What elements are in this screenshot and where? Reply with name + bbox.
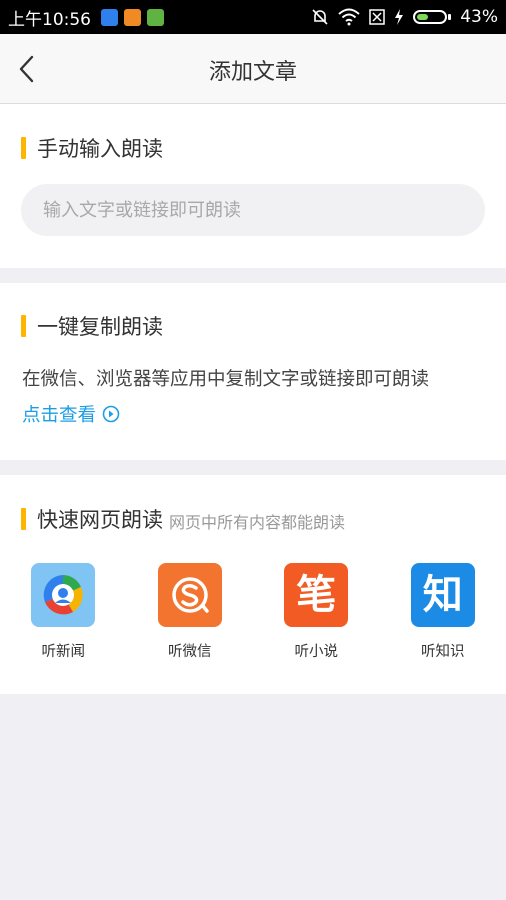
sogou-app-icon bbox=[157, 563, 222, 627]
listen-news-tile[interactable]: 听新闻 bbox=[0, 563, 127, 661]
battery-percent: 43% bbox=[460, 7, 498, 27]
nav-bar: 添加文章 bbox=[0, 34, 506, 104]
wifi-icon bbox=[338, 8, 360, 26]
listen-knowledge-tile[interactable]: 知 听知识 bbox=[380, 563, 506, 661]
quick-section-header: 快速网页朗读 网页中所有内容都能朗读 bbox=[21, 504, 345, 534]
manual-section-header: 手动输入朗读 bbox=[21, 133, 163, 163]
copy-read-card: 一键复制朗读 在微信、浏览器等应用中复制文字或链接即可朗读 点击查看 bbox=[0, 283, 506, 460]
copy-section-title: 一键复制朗读 bbox=[37, 315, 163, 339]
status-bar: 上午10:56 43% bbox=[0, 0, 506, 34]
quick-section-title: 快速网页朗读 bbox=[37, 508, 163, 532]
view-details-label: 点击查看 bbox=[22, 405, 97, 426]
accent-bar bbox=[21, 508, 26, 530]
accent-bar bbox=[21, 137, 26, 159]
listen-novel-label: 听小说 bbox=[294, 644, 339, 660]
view-details-link[interactable]: 点击查看 bbox=[22, 401, 120, 427]
quick-web-card: 快速网页朗读 网页中所有内容都能朗读 听新闻 听微信 笔 听小说 知 听知识 bbox=[0, 475, 506, 694]
arrow-circle-right-icon bbox=[102, 405, 120, 423]
quick-section-subtitle: 网页中所有内容都能朗读 bbox=[169, 512, 346, 532]
listen-news-label: 听新闻 bbox=[41, 644, 86, 660]
status-left: 上午10:56 bbox=[8, 5, 164, 30]
accent-bar bbox=[21, 315, 26, 337]
status-right: 43% bbox=[311, 7, 498, 27]
novel-glyph: 笔 bbox=[296, 571, 337, 618]
listen-novel-tile[interactable]: 笔 听小说 bbox=[253, 563, 380, 661]
uc-app-icon bbox=[124, 8, 141, 26]
text-link-input[interactable] bbox=[21, 184, 485, 236]
shield-app-icon bbox=[101, 8, 118, 26]
status-time: 上午10:56 bbox=[8, 9, 91, 30]
page-title: 添加文章 bbox=[208, 60, 297, 85]
news-app-icon bbox=[31, 563, 96, 627]
listen-knowledge-label: 听知识 bbox=[421, 644, 465, 660]
charging-bolt-icon bbox=[395, 9, 404, 25]
listen-wechat-label: 听微信 bbox=[168, 644, 212, 660]
copy-section-header: 一键复制朗读 bbox=[21, 311, 163, 341]
knowledge-glyph: 知 bbox=[422, 571, 463, 618]
manual-input-card: 手动输入朗读 bbox=[0, 104, 506, 268]
sim-off-icon bbox=[369, 9, 385, 25]
sim-app-icon bbox=[147, 8, 164, 26]
battery-icon bbox=[413, 10, 452, 24]
copy-description: 在微信、浏览器等应用中复制文字或链接即可朗读 bbox=[22, 369, 430, 390]
mute-bell-icon bbox=[312, 9, 328, 25]
zhihu-app-icon: 知 bbox=[410, 563, 475, 627]
quick-grid: 听新闻 听微信 笔 听小说 知 听知识 bbox=[0, 563, 506, 661]
listen-wechat-tile[interactable]: 听微信 bbox=[127, 563, 254, 661]
manual-section-title: 手动输入朗读 bbox=[37, 137, 163, 161]
novel-app-icon: 笔 bbox=[284, 563, 349, 627]
